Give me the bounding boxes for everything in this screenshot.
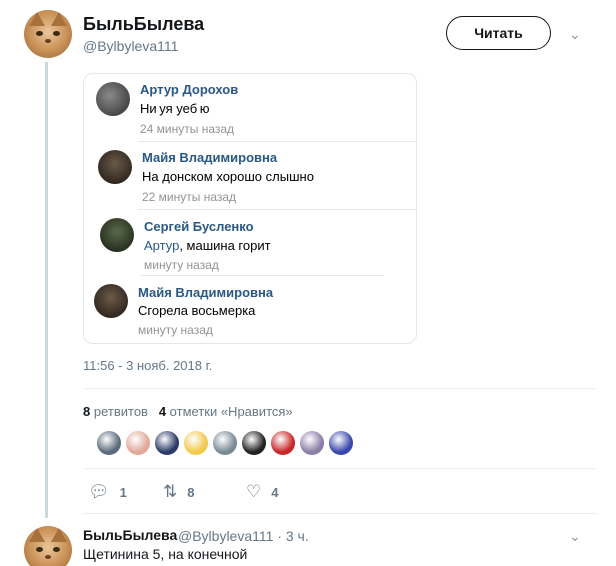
liker-avatar[interactable] <box>154 430 180 456</box>
liker-avatar[interactable] <box>270 430 296 456</box>
tweet-stats: 8 ретвитов 4 отметки «Нравится» <box>83 404 293 419</box>
retweet-button[interactable]: ⇅ 8 <box>163 482 194 502</box>
follow-button[interactable]: Читать <box>446 16 551 50</box>
comment-time: минуту назад <box>138 323 213 337</box>
tweet-timestamp[interactable]: 11:56 - 3 нояб. 2018 г. <box>83 358 212 373</box>
commenter-avatar <box>94 284 128 318</box>
likes-count[interactable]: 4 <box>159 404 166 419</box>
author-avatar[interactable] <box>24 10 72 58</box>
like-count: 4 <box>271 484 279 500</box>
retweet-icon: ⇅ <box>163 482 178 501</box>
liker-avatar[interactable] <box>328 430 354 456</box>
commenter-name: Майя Владимировна <box>142 150 278 165</box>
chevron-down-icon[interactable]: ⌄ <box>569 26 581 43</box>
author-name[interactable]: БыльБылева <box>83 14 204 35</box>
liker-avatar[interactable] <box>125 430 151 456</box>
comment-text: Ни уя уеб ю <box>140 101 210 116</box>
reply-author-name[interactable]: БыльБылева <box>83 527 177 543</box>
liker-avatar[interactable] <box>241 430 267 456</box>
chevron-down-icon[interactable]: ⌄ <box>569 528 581 545</box>
comment-time: 24 минуты назад <box>140 122 235 136</box>
reply-icon: 💬︎ <box>88 482 110 501</box>
retweets-count[interactable]: 8 <box>83 404 90 419</box>
divider <box>138 141 416 142</box>
like-button[interactable]: ♡ 4 <box>246 482 278 502</box>
divider <box>140 275 384 276</box>
liker-avatar[interactable] <box>299 430 325 456</box>
comment-time: минуту назад <box>144 258 219 272</box>
comment-text: Сгорела восьмерка <box>138 303 256 318</box>
commenter-name: Майя Владимировна <box>138 285 274 300</box>
author-handle[interactable]: @Bylbyleva111 <box>83 38 178 54</box>
mention-link: Артур <box>144 238 180 253</box>
retweet-count: 8 <box>187 484 195 500</box>
commenter-avatar <box>96 82 130 116</box>
commenter-name: Сергей Бусленко <box>144 219 254 234</box>
commenter-avatar <box>100 218 134 252</box>
likes-label[interactable]: отметки «Нравится» <box>170 404 293 419</box>
reply-meta: @Bylbyleva111 · 3 ч. <box>178 528 309 544</box>
reply-time[interactable]: · 3 ч. <box>277 528 308 544</box>
thread-line <box>45 62 48 518</box>
liker-avatar[interactable] <box>183 430 209 456</box>
comment-time: 22 минуты назад <box>142 190 237 204</box>
heart-icon: ♡ <box>246 482 262 501</box>
divider <box>83 513 597 514</box>
commenter-avatar <box>98 150 132 184</box>
divider <box>138 209 416 210</box>
comment-text: Артур, машина горит <box>144 238 271 253</box>
comment-text: На донском хорошо слышно <box>142 169 314 184</box>
commenter-name: Артур Дорохов <box>140 82 239 97</box>
attached-image[interactable]: Артур Дорохов Ни уя уеб ю 24 минуты наза… <box>83 73 417 344</box>
reply-button[interactable]: 💬︎ 1 <box>88 482 127 502</box>
liker-avatar[interactable] <box>212 430 238 456</box>
divider <box>83 388 597 389</box>
liker-avatar[interactable] <box>96 430 122 456</box>
reply-text: Щетинина 5, на конечной <box>83 546 248 562</box>
reply-author-handle[interactable]: @Bylbyleva111 <box>178 528 273 544</box>
reply-count: 1 <box>119 484 127 500</box>
reply-author-avatar[interactable] <box>24 526 72 566</box>
divider <box>83 468 597 469</box>
retweets-label[interactable]: ретвитов <box>94 404 148 419</box>
